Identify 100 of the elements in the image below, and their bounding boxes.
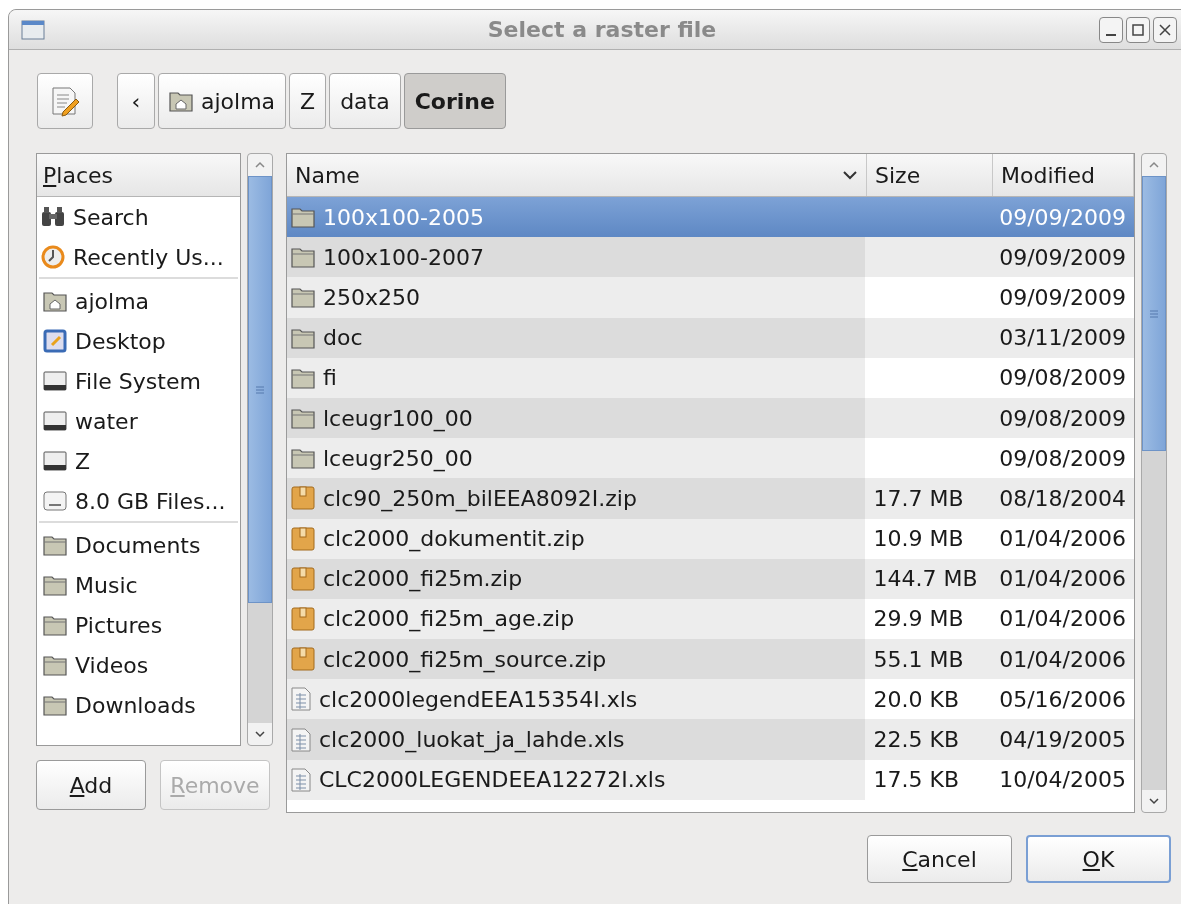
places-scrollbar[interactable] [247, 153, 273, 746]
home-folder-icon [43, 290, 67, 312]
home-folder-icon [169, 90, 193, 112]
folder-icon [291, 206, 315, 229]
drive-icon [43, 451, 67, 471]
file-name: 100x100-2007 [323, 243, 484, 272]
scroll-up-icon[interactable] [1142, 154, 1166, 176]
scroll-down-icon[interactable] [248, 723, 272, 745]
place-item[interactable]: Videos [39, 645, 238, 685]
minimize-icon [1104, 32, 1118, 37]
file-name: clc2000_fi25m.zip [323, 565, 523, 594]
file-size: 55.1 MB [873, 645, 964, 674]
place-item[interactable]: Pictures [39, 605, 238, 645]
scroll-down-icon[interactable] [1142, 790, 1166, 812]
file-size: 22.5 KB [873, 726, 959, 755]
place-item[interactable]: Music [39, 565, 238, 605]
folder-icon [43, 654, 67, 676]
file-size: 10.9 MB [873, 525, 964, 554]
file-name: 250x250 [323, 283, 420, 312]
path-button[interactable]: ajolma [158, 73, 287, 129]
ok-button[interactable]: OK [1026, 835, 1171, 883]
folder-icon [291, 407, 315, 430]
place-item[interactable]: Z [39, 441, 238, 481]
file-modified-date: 01/04/2006 [999, 645, 1126, 674]
archive-icon [291, 486, 315, 511]
file-name: clc2000_dokumentit.zip [323, 525, 585, 554]
file-list-scrollbar[interactable] [1141, 153, 1167, 813]
folder-icon [43, 614, 67, 636]
path-back-button[interactable]: ‹ [117, 73, 155, 129]
spreadsheet-icon [291, 687, 311, 712]
file-modified-date: 04/19/2005 [999, 726, 1126, 755]
place-item[interactable]: Desktop [39, 321, 238, 361]
cancel-button[interactable]: Cancel [867, 835, 1012, 883]
file-modified-date: 01/04/2006 [999, 605, 1126, 634]
file-size: 29.9 MB [873, 605, 964, 634]
drive-icon [43, 491, 67, 511]
file-modified-date: 08/18/2004 [999, 484, 1126, 513]
column-header[interactable]: Size [867, 154, 993, 196]
add-button[interactable]: Add [36, 760, 146, 810]
archive-icon [291, 647, 315, 672]
maximize-icon [1131, 22, 1145, 37]
file-name: doc [323, 324, 363, 353]
file-modified-date: 05/16/2006 [999, 685, 1126, 714]
column-header[interactable]: Modified [993, 154, 1134, 196]
scroll-thumb[interactable] [248, 176, 272, 603]
file-modified-date: 09/09/2009 [999, 203, 1126, 232]
scroll-thumb[interactable] [1142, 176, 1166, 451]
file-name: lceugr250_00 [323, 444, 473, 474]
place-item[interactable]: File System [39, 361, 238, 401]
file-name: 100x100-2005 [323, 203, 484, 232]
file-size: 17.7 MB [873, 484, 964, 513]
column-header[interactable]: Name [287, 154, 867, 196]
folder-icon [291, 366, 315, 389]
file-name: fi [323, 364, 337, 393]
place-item[interactable]: water [39, 401, 238, 441]
folder-icon [43, 694, 67, 716]
minimize-button[interactable] [1099, 16, 1123, 43]
file-modified-date: 09/08/2009 [999, 404, 1126, 433]
file-modified-date: 01/04/2006 [999, 565, 1126, 594]
place-item[interactable]: Recently Us... [37, 237, 240, 277]
file-name: clc2000_luokat_ja_lahde.xls [319, 726, 625, 755]
path-button[interactable]: Corine [403, 73, 506, 129]
spreadsheet-icon [291, 767, 311, 792]
file-modified-date: 03/11/2009 [999, 324, 1126, 353]
place-item[interactable]: ajolma [39, 281, 238, 321]
path-button[interactable]: Z [289, 73, 327, 129]
close-button[interactable] [1153, 16, 1177, 43]
place-item[interactable]: Documents [39, 525, 238, 565]
folder-icon [43, 534, 67, 556]
file-size: 17.5 KB [873, 766, 959, 795]
place-item[interactable]: 8.0 GB Files... [39, 481, 238, 521]
file-modified-date: 01/04/2006 [999, 525, 1126, 554]
archive-icon [291, 606, 315, 631]
folder-icon [291, 447, 315, 470]
notepad-pencil-icon [49, 85, 81, 117]
file-modified-date: 09/08/2009 [999, 444, 1126, 473]
edit-location-button[interactable] [37, 73, 93, 129]
path-button[interactable]: data [329, 73, 401, 129]
file-name: clc2000_fi25m_source.zip [323, 645, 607, 675]
close-icon [1158, 22, 1172, 37]
folder-icon [291, 286, 315, 309]
file-modified-date: 09/09/2009 [999, 243, 1126, 272]
file-modified-date: 09/08/2009 [999, 364, 1126, 393]
file-size: 20.0 KB [873, 685, 959, 714]
file-modified-date: 10/04/2005 [999, 766, 1126, 795]
maximize-button[interactable] [1126, 16, 1150, 43]
desktop-icon [43, 329, 67, 353]
folder-icon [43, 574, 67, 596]
file-name: lceugr100_00 [323, 404, 473, 434]
places-header[interactable]: Places [37, 154, 240, 197]
file-name: clc90_250m_bilEEA8092I.zip [323, 484, 637, 514]
file-size: 144.7 MB [873, 565, 978, 594]
file-modified-date: 09/09/2009 [999, 283, 1126, 312]
place-item[interactable]: Search [37, 197, 240, 237]
file-name: CLC2000LEGENDEEA12272I.xls [319, 766, 666, 795]
place-item[interactable]: Downloads [39, 685, 238, 725]
scroll-up-icon[interactable] [248, 154, 272, 176]
drive-icon [43, 411, 67, 431]
folder-icon [291, 246, 315, 269]
clock-icon [41, 245, 65, 269]
